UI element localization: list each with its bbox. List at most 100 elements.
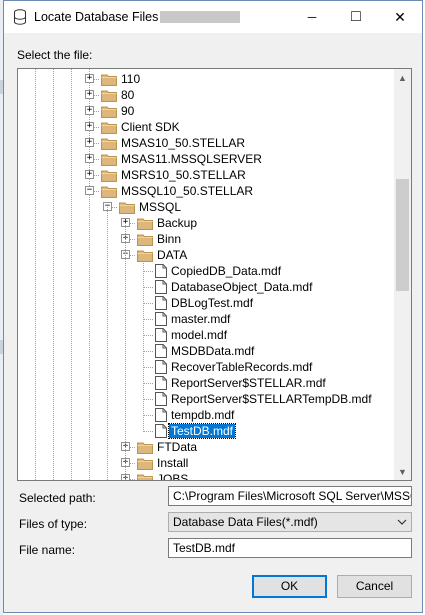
ok-button[interactable]: OK — [252, 575, 327, 598]
tree-item-label: TestDB.mdf — [167, 423, 237, 439]
tree-item-label: model.mdf — [171, 328, 228, 342]
scrollbar-thumb[interactable] — [396, 179, 409, 291]
collapse-icon[interactable]: − — [85, 186, 94, 195]
title-bar: Locate Database Files - ─ □ ✕ — [4, 1, 422, 33]
expand-icon[interactable]: + — [85, 138, 94, 147]
expand-icon[interactable]: + — [85, 154, 94, 163]
folder-icon — [137, 457, 153, 470]
files-of-type-select[interactable]: Database Data Files(*.mdf) — [168, 512, 412, 532]
select-file-label: Select the file: — [17, 48, 93, 62]
expand-icon[interactable]: + — [85, 106, 94, 115]
tree-connector — [143, 399, 153, 400]
tree-item-label: JOBS — [157, 472, 189, 480]
tree-folder-item[interactable]: + Backup — [18, 215, 378, 231]
tree-item-label: MSAS10_50.STELLAR — [121, 136, 246, 150]
scroll-down-arrow-icon[interactable]: ▼ — [394, 463, 411, 480]
close-icon: ✕ — [394, 8, 406, 25]
tree-item-label: MSSQL10_50.STELLAR — [121, 184, 254, 198]
minimize-icon: ─ — [307, 10, 317, 24]
tree-vertical-scrollbar[interactable]: ▲ ▼ — [394, 69, 411, 480]
minimize-button[interactable]: ─ — [290, 1, 334, 33]
scroll-up-arrow-icon[interactable]: ▲ — [394, 69, 411, 86]
tree-item-label: CopiedDB_Data.mdf — [171, 264, 282, 278]
folder-icon — [101, 169, 117, 182]
window-title: Locate Database Files - — [34, 10, 167, 24]
file-name-input[interactable] — [168, 538, 412, 558]
file-icon — [155, 424, 167, 438]
tree-file-item[interactable]: CopiedDB_Data.mdf — [18, 263, 378, 279]
tree-file-item[interactable]: MSDBData.mdf — [18, 343, 378, 359]
tree-folder-item[interactable]: + MSAS11.MSSQLSERVER — [18, 151, 378, 167]
tree-folder-item[interactable]: + FTData — [18, 439, 378, 455]
tree-item-label: ReportServer$STELLARTempDB.mdf — [171, 392, 372, 406]
maximize-icon: □ — [351, 8, 361, 25]
tree-file-item[interactable]: ReportServer$STELLAR.mdf — [18, 375, 378, 391]
tree-file-item[interactable]: ReportServer$STELLARTempDB.mdf — [18, 391, 378, 407]
database-icon — [14, 9, 26, 25]
tree-item-label: MSDBData.mdf — [171, 344, 255, 358]
tree-folder-item[interactable]: + MSRS10_50.STELLAR — [18, 167, 378, 183]
folder-icon — [101, 73, 117, 86]
tree-folder-item[interactable]: + JOBS — [18, 471, 378, 480]
tree-folder-item[interactable]: + Client SDK — [18, 119, 378, 135]
file-tree-content: +110 +80 +90 + Client SDK + MSAS10_50.STELLAR +… — [18, 69, 396, 480]
tree-file-item[interactable]: RecoverTableRecords.mdf — [18, 359, 378, 375]
folder-icon — [137, 233, 153, 246]
folder-icon — [101, 137, 117, 150]
tree-item-label: DBLogTest.mdf — [171, 296, 254, 310]
tree-item-label: tempdb.mdf — [171, 408, 235, 422]
tree-connector — [143, 415, 153, 416]
tree-item-label: FTData — [157, 440, 198, 454]
tree-file-item[interactable]: master.mdf — [18, 311, 378, 327]
files-of-type-label: Files of type: — [19, 517, 88, 531]
tree-guide-line — [125, 223, 126, 480]
tree-file-item[interactable]: tempdb.mdf — [18, 407, 378, 423]
selected-path-label: Selected path: — [19, 491, 96, 505]
close-button[interactable]: ✕ — [378, 1, 422, 33]
tree-folder-item[interactable]: − MSSQL10_50.STELLAR — [18, 183, 378, 199]
file-tree[interactable]: +110 +80 +90 + Client SDK + MSAS10_50.STELLAR +… — [17, 68, 412, 481]
tree-item-label: 80 — [121, 88, 135, 102]
maximize-button[interactable]: □ — [334, 1, 378, 33]
file-icon — [155, 264, 167, 278]
redacted-title-area — [160, 11, 240, 23]
tree-connector — [143, 287, 153, 288]
tree-item-label: Backup — [157, 216, 198, 230]
tree-folder-item[interactable]: +110 — [18, 71, 378, 87]
tree-item-label: DATA — [157, 248, 188, 262]
tree-connector — [143, 335, 153, 336]
file-icon — [155, 312, 167, 326]
tree-folder-item[interactable]: − MSSQL — [18, 199, 378, 215]
selected-path-field[interactable]: C:\Program Files\Microsoft SQL Server\MS… — [168, 486, 412, 506]
expand-icon[interactable]: + — [85, 170, 94, 179]
tree-folder-item[interactable]: + Binn — [18, 231, 378, 247]
files-of-type-value: Database Data Files(*.mdf) — [173, 515, 318, 529]
tree-item-label: 110 — [121, 72, 141, 86]
expand-icon[interactable]: + — [85, 74, 94, 83]
folder-icon — [137, 249, 153, 262]
tree-file-item[interactable]: DBLogTest.mdf — [18, 295, 378, 311]
tree-item-label: MSRS10_50.STELLAR — [121, 168, 246, 182]
tree-guide-line — [107, 207, 108, 480]
expand-icon[interactable]: + — [85, 122, 94, 131]
cancel-button[interactable]: Cancel — [337, 575, 412, 598]
file-icon — [155, 392, 167, 406]
folder-icon — [137, 441, 153, 454]
file-icon — [155, 280, 167, 294]
folder-icon — [137, 473, 153, 480]
tree-folder-item[interactable]: + MSAS10_50.STELLAR — [18, 135, 378, 151]
tree-item-label: RecoverTableRecords.mdf — [171, 360, 313, 374]
tree-item-label: MSAS11.MSSQLSERVER — [121, 152, 262, 166]
tree-folder-item[interactable]: +90 — [18, 103, 378, 119]
tree-item-label: MSSQL — [139, 200, 182, 214]
tree-file-item[interactable]: DatabaseObject_Data.mdf — [18, 279, 378, 295]
tree-item-label: master.mdf — [171, 312, 231, 326]
tree-file-item[interactable]: model.mdf — [18, 327, 378, 343]
file-icon — [155, 328, 167, 342]
tree-folder-item[interactable]: − DATA — [18, 247, 378, 263]
locate-database-files-dialog: Locate Database Files - ─ □ ✕ Select the… — [3, 0, 423, 613]
tree-folder-item[interactable]: +80 — [18, 87, 378, 103]
tree-folder-item[interactable]: + Install — [18, 455, 378, 471]
expand-icon[interactable]: + — [85, 90, 94, 99]
tree-file-item[interactable]: TestDB.mdf — [18, 423, 378, 439]
